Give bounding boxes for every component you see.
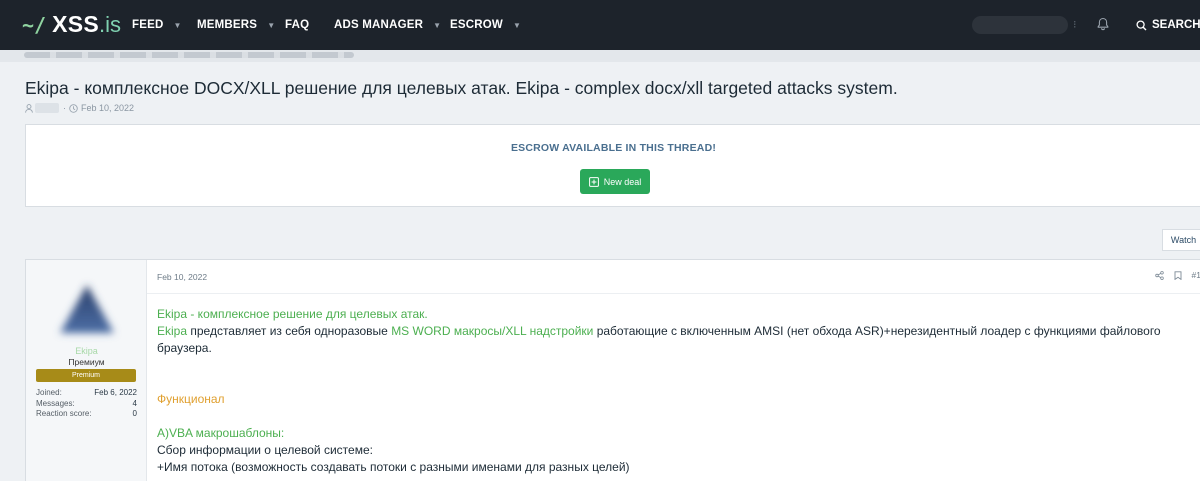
body-line-thread-name: +Имя потока (возможность создавать поток… [157, 460, 630, 474]
chevron-down-icon[interactable]: ▼ [173, 21, 181, 30]
chevron-down-icon[interactable]: ▼ [433, 21, 441, 30]
search-label: SEARCH [1152, 19, 1200, 31]
logo-suffix: .is [99, 12, 122, 37]
stat-joined: Joined: Feb 6, 2022 [36, 388, 137, 399]
site-logo[interactable]: ~/ XSS .is [22, 11, 121, 39]
account-menu-blurred[interactable] [972, 16, 1068, 34]
body-text: работающие с включенным AMSI (нет обхода… [593, 324, 1161, 338]
thread-title: Ekipa - комплексное DOCX/XLL решение для… [25, 78, 898, 98]
bell-icon[interactable] [1096, 17, 1110, 31]
nav-feed[interactable]: FEED ▼ [132, 0, 182, 50]
escrow-title: ESCROW AVAILABLE IN THIS THREAD! [510, 142, 717, 154]
thread-date[interactable]: Feb 10, 2022 [81, 103, 134, 113]
author-avatar[interactable] [48, 273, 126, 347]
user-icon [25, 103, 33, 113]
chevron-down-icon[interactable]: ▼ [267, 21, 275, 30]
thread-meta: · Feb 10, 2022 [25, 102, 134, 114]
body-heading-functionality: Функционал [157, 392, 225, 406]
stat-value: 4 [132, 398, 137, 408]
plus-square-icon [588, 176, 599, 187]
logo-tilde: ~/ [22, 13, 47, 37]
body-blank-line [157, 408, 1197, 425]
breadcrumb-blurred [0, 50, 1200, 62]
body-text: представляет из себя одноразовые [187, 324, 392, 338]
body-line-intro: Ekipa - комплексное решение для целевых … [157, 307, 428, 321]
body-line-continuation: браузера. [157, 341, 212, 355]
stat-value: 0 [132, 409, 137, 418]
clock-icon [69, 103, 78, 113]
body-line-info: Сбор информации о целевой системе: [157, 443, 373, 457]
share-icon[interactable] [1154, 270, 1164, 280]
thread-author-blurred[interactable] [35, 103, 59, 113]
nav-ads-manager[interactable]: ADS MANAGER ▼ [334, 0, 441, 50]
stat-messages: Messages: 4 [36, 399, 137, 410]
nav-members[interactable]: MEMBERS ▼ [197, 0, 275, 50]
nav-faq[interactable]: FAQ [285, 0, 309, 50]
logo-main: XSS [52, 11, 100, 37]
post-header-divider [147, 293, 1200, 294]
stat-label: Joined: [36, 388, 62, 397]
nav-ads-manager-label: ADS MANAGER [334, 19, 424, 31]
nav-faq-label: FAQ [285, 19, 310, 31]
breadcrumb-blur [24, 52, 354, 58]
nav-escrow-label: ESCROW [450, 19, 503, 31]
post-message: Ekipa Премиум Premium Joined: Feb 6, 202… [25, 259, 1200, 481]
nav-separator: ⁝ [1073, 19, 1077, 31]
escrow-panel: ESCROW AVAILABLE IN THIS THREAD! New dea… [25, 124, 1200, 207]
nav-escrow[interactable]: ESCROW ▼ [450, 0, 521, 50]
new-deal-button[interactable]: New deal [580, 169, 650, 194]
new-deal-label: New deal [603, 176, 642, 187]
post-actions: #1 [1154, 270, 1200, 280]
nav-feed-label: FEED [132, 19, 164, 31]
search-icon [1136, 19, 1147, 30]
top-navigation-bar: ~/ XSS .is FEED ▼ MEMBERS ▼ FAQ ADS MANA… [0, 0, 1200, 50]
nav-members-label: MEMBERS [197, 19, 258, 31]
stat-label: Reaction score: [36, 409, 92, 418]
author-rank: Премиум [68, 357, 105, 367]
body-product-name: Ekipa [157, 324, 188, 338]
author-name[interactable]: Ekipa [26, 346, 147, 356]
body-blank-line [157, 374, 1197, 391]
body-line-description: Ekipa представляет из себя одноразовые M… [157, 323, 1197, 340]
premium-badge: Premium [36, 369, 136, 382]
body-highlight: MS WORD макросы/XLL надстройки [391, 324, 594, 338]
chevron-down-icon[interactable]: ▼ [513, 21, 521, 30]
stat-reaction-score: Reaction score: 0 [36, 409, 137, 420]
post-author-sidebar: Ekipa Премиум Premium Joined: Feb 6, 202… [26, 260, 147, 481]
post-body: Ekipa - комплексное решение для целевых … [157, 306, 1197, 476]
post-date[interactable]: Feb 10, 2022 [157, 272, 207, 282]
post-number[interactable]: #1 [1192, 270, 1200, 280]
bookmark-icon[interactable] [1174, 270, 1182, 280]
search-button[interactable]: SEARCH [1136, 0, 1200, 50]
meta-separator: · [63, 103, 66, 113]
watch-button[interactable]: Watch [1162, 229, 1200, 251]
author-stats: Joined: Feb 6, 2022 Messages: 4 Reaction… [36, 388, 137, 420]
body-blank-line [157, 357, 1197, 374]
stat-value: Feb 6, 2022 [94, 388, 137, 397]
stat-label: Messages: [36, 398, 75, 408]
body-section-title: A)VBA макрошаблоны: [157, 426, 285, 440]
